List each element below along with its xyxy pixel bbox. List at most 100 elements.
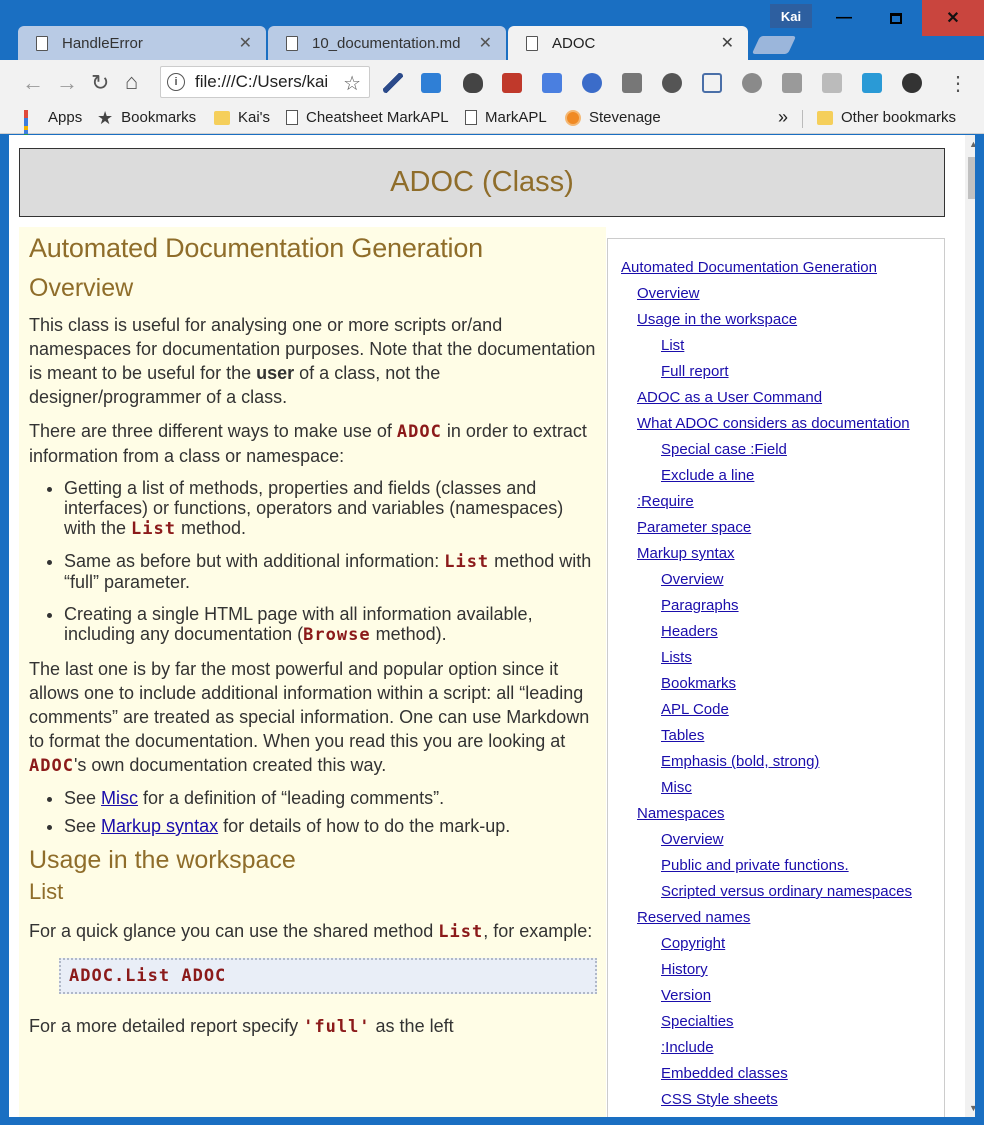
toc-link[interactable]: Automated Documentation Generation [608,255,944,281]
bookmark-label: Other bookmarks [841,109,957,126]
film-extension-icon[interactable] [662,73,682,93]
translate-extension-icon[interactable] [542,73,562,93]
new-tab-button[interactable] [751,36,797,54]
toc-link[interactable]: History [608,957,944,983]
page-viewport[interactable]: ADOC (Class) Automated Documentation Gen… [9,135,975,1117]
bookmarks-overflow-button[interactable]: » [778,107,788,128]
toc-link[interactable]: Misc [608,775,944,801]
bookmark-label: Bookmarks [121,109,197,126]
toc-link[interactable]: Overview [608,827,944,853]
book-extension-icon[interactable] [502,73,522,93]
page-title: ADOC (Class) [390,166,574,198]
list-item: Creating a single HTML page with all inf… [64,604,596,645]
menu-icon[interactable]: ⋮ [948,71,968,96]
back-button[interactable]: ← [22,70,44,96]
toc-link[interactable]: Exclude a line [608,463,944,489]
bookmark-star-icon[interactable]: ☆ [343,71,361,96]
toc-link[interactable]: Paragraphs [608,593,944,619]
tab-handleerror[interactable]: HandleError ✕ [18,26,266,60]
mask-extension-icon[interactable] [902,73,922,93]
bookmark-kais[interactable]: Kai's [214,109,270,126]
toc-link[interactable]: :Require [608,489,944,515]
reload-button[interactable]: ↻ [91,70,109,96]
maximize-button[interactable] [870,0,922,36]
toc-link[interactable]: ADOC as a User Command [608,385,944,411]
heading-usage-in-workspace: Usage in the workspace [29,846,296,874]
close-icon[interactable]: ✕ [479,33,492,53]
bookmark-apps[interactable]: Apps [24,109,82,146]
list: See Misc for a definition of “leading co… [64,788,596,836]
bookmark-label: Stevenage [589,109,661,126]
info-icon[interactable]: i [167,73,185,91]
page-icon [526,35,538,51]
toc-link[interactable]: Specialties [608,1009,944,1035]
s-extension-icon[interactable] [862,73,882,93]
close-window-button[interactable]: ✕ [922,0,984,36]
home-button[interactable]: ⌂ [125,69,138,95]
address-text: file:///C:/Users/kai [195,72,329,91]
bookmark-bookmarks[interactable]: ★ Bookmarks [97,109,197,127]
link-misc[interactable]: Misc [101,788,138,808]
close-icon[interactable]: ✕ [721,33,734,53]
g-extension-icon[interactable] [782,73,802,93]
scroll-down-icon[interactable]: ▼ [969,1103,975,1113]
toc-link[interactable]: Full report [608,359,944,385]
toc-link[interactable]: APL Code [608,697,944,723]
toc-link[interactable]: Bookmarks [608,671,944,697]
profile-button[interactable]: Kai [770,4,812,28]
scrollbar-thumb[interactable] [968,157,975,199]
toc-link[interactable]: Version [608,983,944,1009]
bookmark-other-bookmarks[interactable]: Other bookmarks [817,109,956,126]
evernote-extension-icon[interactable] [463,73,483,93]
stevenage-icon [565,109,581,126]
window-extension-icon[interactable] [421,73,441,93]
toc-link[interactable]: Public and private functions. [608,853,944,879]
page-extension-icon[interactable] [822,73,842,93]
tab-documentation-md[interactable]: 10_documentation.md ✕ [268,26,506,60]
toc-link[interactable]: Lists [608,645,944,671]
minimize-button[interactable]: — [818,0,870,36]
bookmark-cheatsheet-markapl[interactable]: Cheatsheet MarkAPL [286,109,449,126]
tab-adoc[interactable]: ADOC ✕ [508,26,748,60]
y-extension-icon[interactable] [582,73,602,93]
toc-link[interactable]: Embedded classes [608,1061,944,1087]
toc-link[interactable]: Emphasis (bold, strong) [608,749,944,775]
tab-strip: HandleError ✕ 10_documentation.md ✕ ADOC… [0,0,984,60]
toc-link[interactable]: List [608,333,944,359]
page-icon [286,110,298,125]
toc-link[interactable]: Special case :Field [608,437,944,463]
tab-title: HandleError [62,34,143,52]
forward-button[interactable]: → [56,70,78,96]
browser-toolbar: ← → ↻ ⌂ i file:///C:/Users/kai ☆ ⋮ [0,60,984,104]
toc-link[interactable]: Overview [608,567,944,593]
toc-link[interactable]: Overview [608,281,944,307]
toc-link[interactable]: :Include [608,1035,944,1061]
link-markup-syntax[interactable]: Markup syntax [101,816,218,836]
toc-link[interactable]: Markup syntax [608,541,944,567]
scroll-up-icon[interactable]: ▲ [969,139,975,149]
bookmark-stevenage[interactable]: Stevenage [565,109,661,126]
toc-link[interactable]: What ADOC considers as documentation [608,411,944,437]
vertical-scrollbar[interactable]: ▲ ▼ [965,135,975,1117]
toc-link[interactable]: CSS Style sheets [608,1087,944,1113]
toc-link[interactable]: Parameter space [608,515,944,541]
address-bar[interactable]: i file:///C:/Users/kai ☆ [160,66,370,98]
screenshot-extension-icon[interactable] [702,73,722,93]
paragraph: There are three different ways to make u… [29,421,587,466]
list-item: See Markup syntax for details of how to … [64,816,596,836]
toc-link[interactable]: Headers [608,619,944,645]
toc-link[interactable]: Scripted versus ordinary namespaces [608,879,944,905]
close-icon[interactable]: ✕ [239,33,252,53]
toc-link[interactable]: Tables [608,723,944,749]
main-content: Automated Documentation Generation Overv… [19,227,606,1117]
pen-extension-icon[interactable] [383,73,403,93]
toc-link[interactable]: Usage in the workspace [608,307,944,333]
toc-link[interactable]: Copyright [608,931,944,957]
toc-link[interactable]: Namespaces [608,801,944,827]
bookmark-markapl[interactable]: MarkAPL [465,109,547,126]
inline-code: Browse [303,625,371,645]
js-extension-icon[interactable] [742,73,762,93]
folder-icon [817,110,833,125]
user-extension-icon[interactable] [622,73,642,93]
toc-link[interactable]: Reserved names [608,905,944,931]
